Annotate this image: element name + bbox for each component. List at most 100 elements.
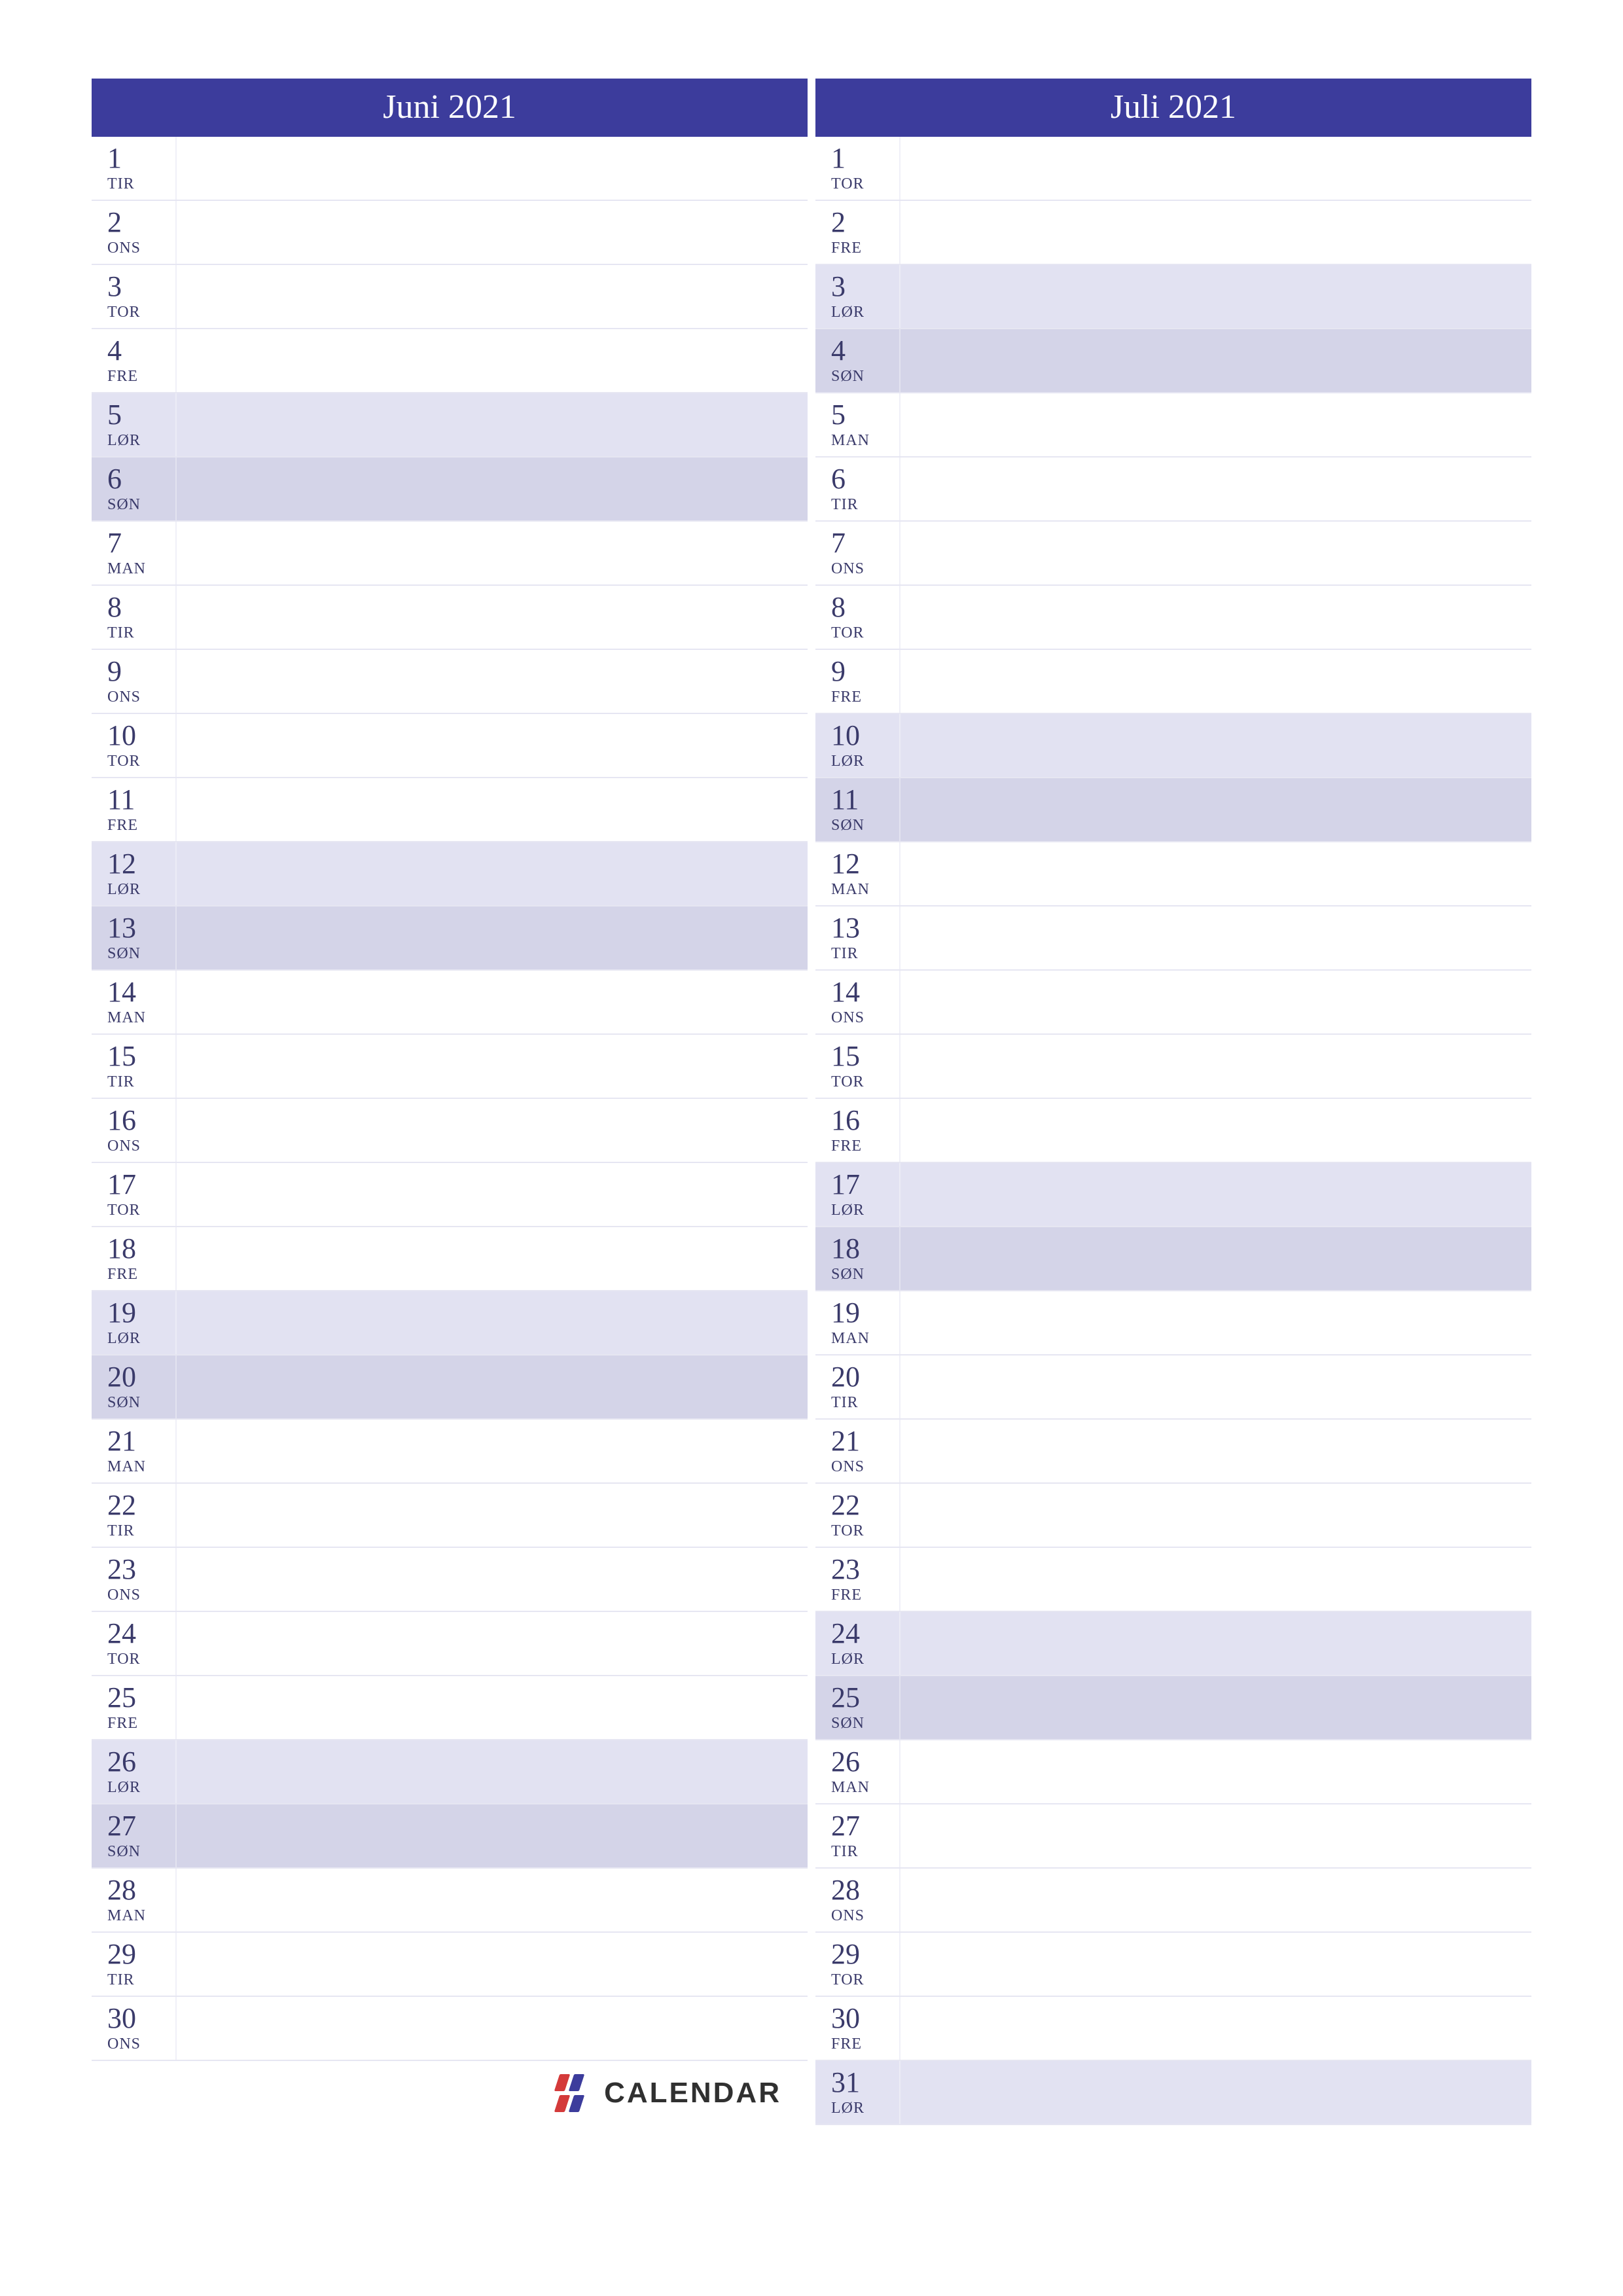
day-row: 25 FRE — [92, 1676, 808, 1740]
date-number: 17 — [107, 1170, 175, 1199]
date-cell: 12LØR — [92, 842, 177, 905]
day-of-week: ONS — [107, 1587, 175, 1604]
note-cell — [901, 1804, 1531, 1867]
month-column-june: Juni 2021 1TIR2ONS3TOR4FRE5LØR6SØN7MAN8T… — [92, 79, 808, 2125]
note-cell — [901, 393, 1531, 456]
note-cell — [901, 586, 1531, 649]
date-number: 28 — [831, 1876, 899, 1905]
day-of-week: SØN — [831, 1266, 899, 1283]
date-number: 7 — [831, 529, 899, 558]
note-cell — [901, 1163, 1531, 1226]
date-number: 22 — [831, 1491, 899, 1520]
date-number: 25 — [107, 1683, 175, 1712]
day-of-week: TIR — [831, 1843, 899, 1861]
date-cell: 22TIR — [92, 1484, 177, 1547]
day-row: 12 MAN — [815, 842, 1531, 906]
date-cell: 15TIR — [92, 1035, 177, 1098]
day-row: 17 TOR — [92, 1163, 808, 1227]
date-cell: 17 TOR — [92, 1163, 177, 1226]
date-cell: 13SØN — [92, 906, 177, 969]
date-number: 21 — [107, 1427, 175, 1456]
date-cell: 28MAN — [92, 1869, 177, 1931]
calendar-page: Juni 2021 1TIR2ONS3TOR4FRE5LØR6SØN7MAN8T… — [0, 0, 1623, 2204]
day-of-week: TOR — [831, 1971, 899, 1989]
day-row: 5MAN — [815, 393, 1531, 457]
day-row: 6SØN — [92, 457, 808, 522]
note-cell — [901, 1548, 1531, 1611]
day-row: 2ONS — [92, 201, 808, 265]
day-row: 18 SØN — [815, 1227, 1531, 1291]
note-cell — [901, 265, 1531, 328]
day-row: 26LØR — [92, 1740, 808, 1804]
date-cell: 17LØR — [815, 1163, 901, 1226]
date-cell: 1TOR — [815, 137, 901, 200]
note-cell — [177, 1548, 808, 1611]
date-number: 7 — [107, 529, 175, 558]
note-cell — [901, 906, 1531, 969]
day-of-week: TOR — [107, 1202, 175, 1219]
day-row: 30FRE — [815, 1997, 1531, 2061]
day-of-week: ONS — [107, 2036, 175, 2053]
date-cell: 9ONS — [92, 650, 177, 713]
month-columns: Juni 2021 1TIR2ONS3TOR4FRE5LØR6SØN7MAN8T… — [92, 79, 1531, 2125]
day-row: 1TOR — [815, 137, 1531, 201]
note-cell — [901, 714, 1531, 777]
day-row: 22TIR — [92, 1484, 808, 1548]
day-of-week: TIR — [831, 496, 899, 514]
day-row: 29TIR — [92, 1933, 808, 1997]
day-of-week: MAN — [831, 881, 899, 899]
day-row: 15TIR — [92, 1035, 808, 1099]
day-row: 18FRE — [92, 1227, 808, 1291]
note-cell — [901, 1676, 1531, 1739]
note-cell — [901, 778, 1531, 841]
day-of-week: MAN — [107, 1907, 175, 1925]
day-row: 24LØR — [815, 1612, 1531, 1676]
date-number: 2 — [107, 208, 175, 237]
date-number: 27 — [831, 1812, 899, 1840]
date-number: 1 — [831, 144, 899, 173]
day-of-week: TIR — [107, 624, 175, 642]
date-number: 5 — [107, 401, 175, 429]
date-number: 18 — [831, 1234, 899, 1263]
date-number: 25 — [831, 1683, 899, 1712]
day-row: 23FRE — [815, 1548, 1531, 1612]
note-cell — [901, 1484, 1531, 1547]
date-cell: 30ONS — [92, 1997, 177, 2060]
note-cell — [177, 778, 808, 841]
day-of-week: ONS — [831, 560, 899, 578]
day-of-week: LØR — [831, 304, 899, 321]
day-of-week: SØN — [107, 496, 175, 514]
day-of-week: LØR — [107, 1779, 175, 1797]
date-number: 14 — [107, 978, 175, 1007]
date-cell: 21MAN — [92, 1420, 177, 1482]
day-of-week: FRE — [107, 1715, 175, 1732]
day-row: 23ONS — [92, 1548, 808, 1612]
day-row: 10LØR — [815, 714, 1531, 778]
note-cell — [177, 522, 808, 584]
date-cell: 11FRE — [92, 778, 177, 841]
date-number: 16 — [831, 1106, 899, 1135]
note-cell — [177, 1163, 808, 1226]
note-cell — [901, 1997, 1531, 2060]
note-cell — [177, 1035, 808, 1098]
date-cell: 7 ONS — [815, 522, 901, 584]
note-cell — [901, 1612, 1531, 1675]
date-cell: 8TOR — [815, 586, 901, 649]
month-column-july: Juli 2021 1TOR2FRE3LØR4SØN5MAN6TIR7ONS8T… — [815, 79, 1531, 2125]
date-number: 12 — [831, 850, 899, 878]
note-cell — [901, 1035, 1531, 1098]
note-cell — [901, 201, 1531, 264]
date-cell: 22TOR — [815, 1484, 901, 1547]
day-of-week: FRE — [107, 368, 175, 386]
day-row: 7 ONS — [815, 522, 1531, 586]
date-number: 18 — [107, 1234, 175, 1263]
day-of-week: ONS — [831, 1458, 899, 1476]
date-number: 15 — [107, 1042, 175, 1071]
note-cell — [901, 137, 1531, 200]
day-of-week: ONS — [107, 1138, 175, 1155]
day-row: 29TOR — [815, 1933, 1531, 1997]
date-number: 16 — [107, 1106, 175, 1135]
day-row: 30ONS — [92, 1997, 808, 2061]
day-of-week: SØN — [107, 945, 175, 963]
day-row: 8TIR — [92, 586, 808, 650]
